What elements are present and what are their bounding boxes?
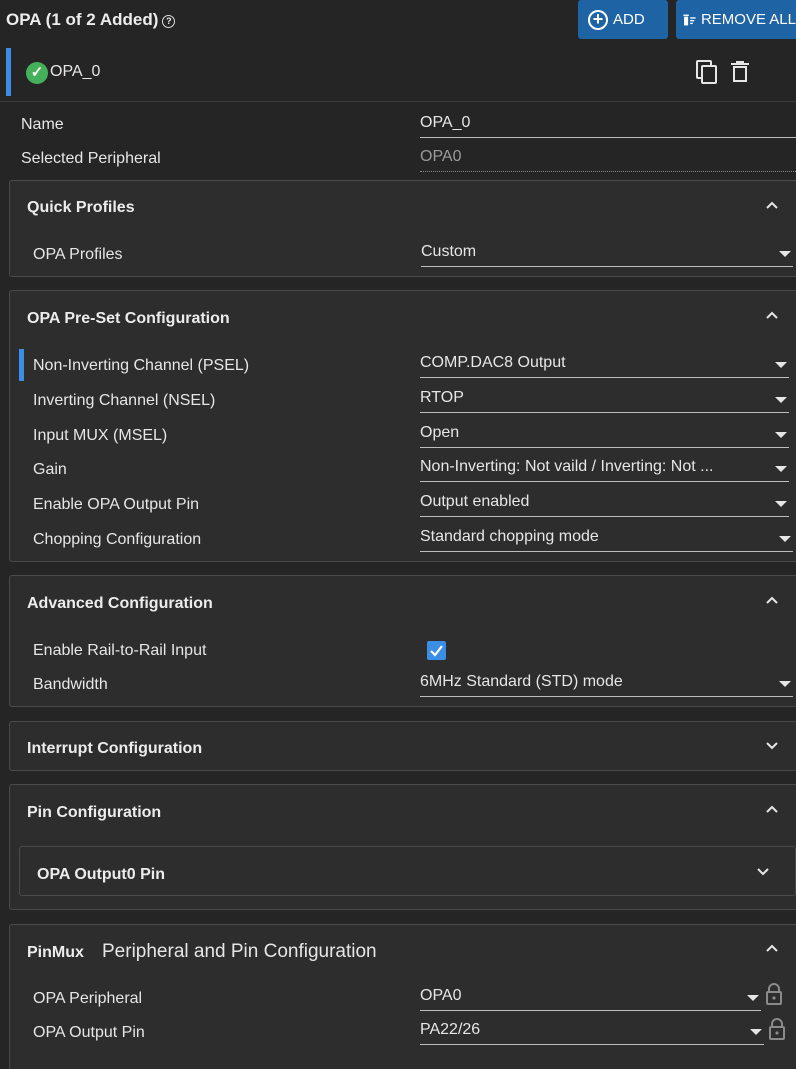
dropdown-caret-icon [779, 681, 791, 687]
gain-select[interactable]: Non-Inverting: Not vaild / Inverting: No… [420, 458, 789, 482]
chevron-down-icon[interactable] [756, 865, 770, 879]
dropdown-caret-icon [747, 995, 759, 1001]
opa-peripheral-select[interactable]: OPA0 [420, 987, 761, 1011]
dropdown-caret-icon [779, 251, 791, 257]
chevron-down-icon[interactable] [765, 739, 779, 753]
nsel-label: Inverting Channel (NSEL) [33, 392, 216, 409]
selected-peripheral-value: OPA0 [420, 148, 796, 172]
chopping-select[interactable]: Standard chopping mode [420, 528, 793, 552]
page-title: OPA (1 of 2 Added)? [6, 10, 176, 30]
instance-row[interactable] [0, 44, 796, 102]
advanced-config-title[interactable]: Advanced Configuration [27, 595, 213, 613]
chopping-label: Chopping Configuration [33, 531, 202, 548]
chevron-up-icon[interactable] [765, 593, 779, 607]
rail-to-rail-checkbox[interactable] [427, 641, 446, 660]
name-input[interactable]: OPA_0 [420, 114, 796, 138]
chevron-up-icon[interactable] [765, 308, 779, 322]
dropdown-caret-icon [779, 536, 791, 542]
dropdown-caret-icon [750, 1029, 762, 1035]
output-pin-enable-label: Enable OPA Output Pin [33, 496, 200, 513]
pinmux-subtitle: Peripheral and Pin Configuration [102, 941, 377, 962]
copy-icon[interactable] [696, 60, 718, 84]
msel-select[interactable]: Open [420, 424, 789, 448]
dropdown-caret-icon [775, 362, 787, 368]
focused-row-indicator [19, 349, 24, 381]
gain-label: Gain [33, 461, 67, 478]
dropdown-caret-icon [775, 466, 787, 472]
remove-all-button[interactable]: REMOVE ALL [676, 0, 796, 39]
chevron-up-icon[interactable] [765, 941, 779, 955]
opa-output-pin-label: OPA Output Pin [33, 1024, 145, 1041]
rail-to-rail-label: Enable Rail-to-Rail Input [33, 642, 207, 659]
checkmark-icon [430, 645, 443, 657]
dropdown-caret-icon [775, 397, 787, 403]
opa-output-pin-select[interactable]: PA22/26 [420, 1021, 764, 1045]
chevron-up-icon[interactable] [765, 198, 779, 212]
bandwidth-label: Bandwidth [33, 676, 108, 693]
trash-list-icon [683, 14, 696, 25]
chevron-up-icon[interactable] [765, 802, 779, 816]
lock-icon[interactable] [765, 983, 783, 1005]
output0-pin-title[interactable]: OPA Output0 Pin [37, 866, 165, 884]
check-circle-icon: ✓ [26, 62, 48, 84]
plus-circle-icon: + [588, 9, 608, 30]
pinmux-title[interactable]: PinMux [27, 944, 84, 962]
opa-profiles-label: OPA Profiles [33, 246, 123, 263]
instance-name: OPA_0 [50, 63, 101, 80]
delete-icon[interactable] [730, 60, 750, 82]
pin-config-title[interactable]: Pin Configuration [27, 804, 161, 822]
quick-profiles-title[interactable]: Quick Profiles [27, 199, 135, 217]
opa-profiles-select[interactable]: Custom [421, 243, 793, 267]
opa-peripheral-label: OPA Peripheral [33, 990, 143, 1007]
nsel-select[interactable]: RTOP [420, 389, 789, 413]
dropdown-caret-icon [775, 432, 787, 438]
instance-selected-indicator [6, 48, 11, 96]
help-circle-icon[interactable]: ? [162, 15, 176, 28]
output-pin-enable-select[interactable]: Output enabled [420, 493, 789, 517]
interrupt-config-title[interactable]: Interrupt Configuration [27, 740, 202, 758]
name-label: Name [21, 116, 64, 133]
bandwidth-select[interactable]: 6MHz Standard (STD) mode [420, 673, 793, 697]
add-button[interactable]: + ADD [578, 0, 668, 39]
msel-label: Input MUX (MSEL) [33, 427, 168, 444]
selected-peripheral-label: Selected Peripheral [21, 150, 161, 167]
lock-icon[interactable] [768, 1018, 786, 1040]
psel-label: Non-Inverting Channel (PSEL) [33, 357, 250, 374]
dropdown-caret-icon [775, 501, 787, 507]
preset-config-title[interactable]: OPA Pre-Set Configuration [27, 310, 230, 328]
psel-select[interactable]: COMP.DAC8 Output [420, 354, 789, 378]
